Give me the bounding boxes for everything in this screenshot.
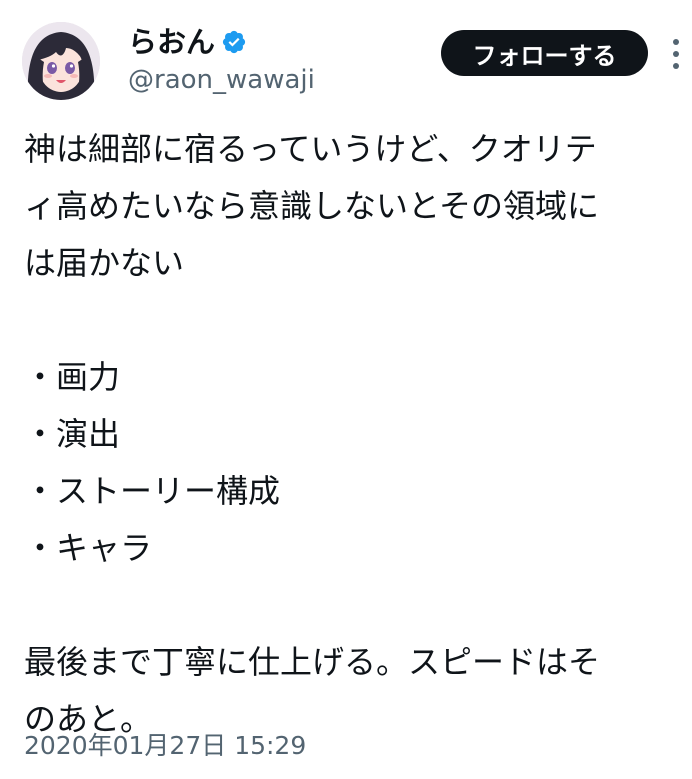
handle[interactable]: @raon_wawaji — [128, 62, 315, 98]
author-info: らおん @raon_wawaji — [128, 22, 315, 98]
more-vertical-icon[interactable] — [668, 34, 684, 74]
tweet-timestamp[interactable]: 2020年01月27日 15:29 — [24, 726, 306, 766]
display-name[interactable]: らおん — [128, 22, 215, 62]
name-row: らおん — [128, 22, 315, 62]
tweet-text-line: 神は細部に宿るっていうけど、クオリテ — [24, 130, 597, 168]
tweet-text-line — [24, 292, 674, 349]
tweet-text: 神は細部に宿るっていうけど、クオリテ ィ高めたいなら意識しないとその領域に は届… — [24, 121, 674, 748]
tweet-text-line: ィ高めたいなら意識しないとその領域に — [24, 187, 600, 225]
avatar[interactable] — [22, 22, 100, 100]
follow-button[interactable]: フォローする — [441, 30, 648, 76]
tweet-text-line — [24, 577, 674, 634]
tweet-card: らおん @raon_wawaji フォローする 神は細部に宿るっていうけど、クオ… — [0, 0, 692, 779]
tweet-text-line: 最後まで丁寧に仕上げる。スピードはそ — [24, 643, 601, 681]
tweet-text-line: ・演出 — [24, 415, 121, 453]
tweet-text-line: は届かない — [24, 244, 185, 282]
tweet-text-line: ・画力 — [24, 358, 121, 396]
verified-badge-icon — [221, 29, 247, 55]
tweet-text-line: ・キャラ — [24, 529, 153, 567]
tweet-text-line: ・ストーリー構成 — [24, 472, 281, 510]
